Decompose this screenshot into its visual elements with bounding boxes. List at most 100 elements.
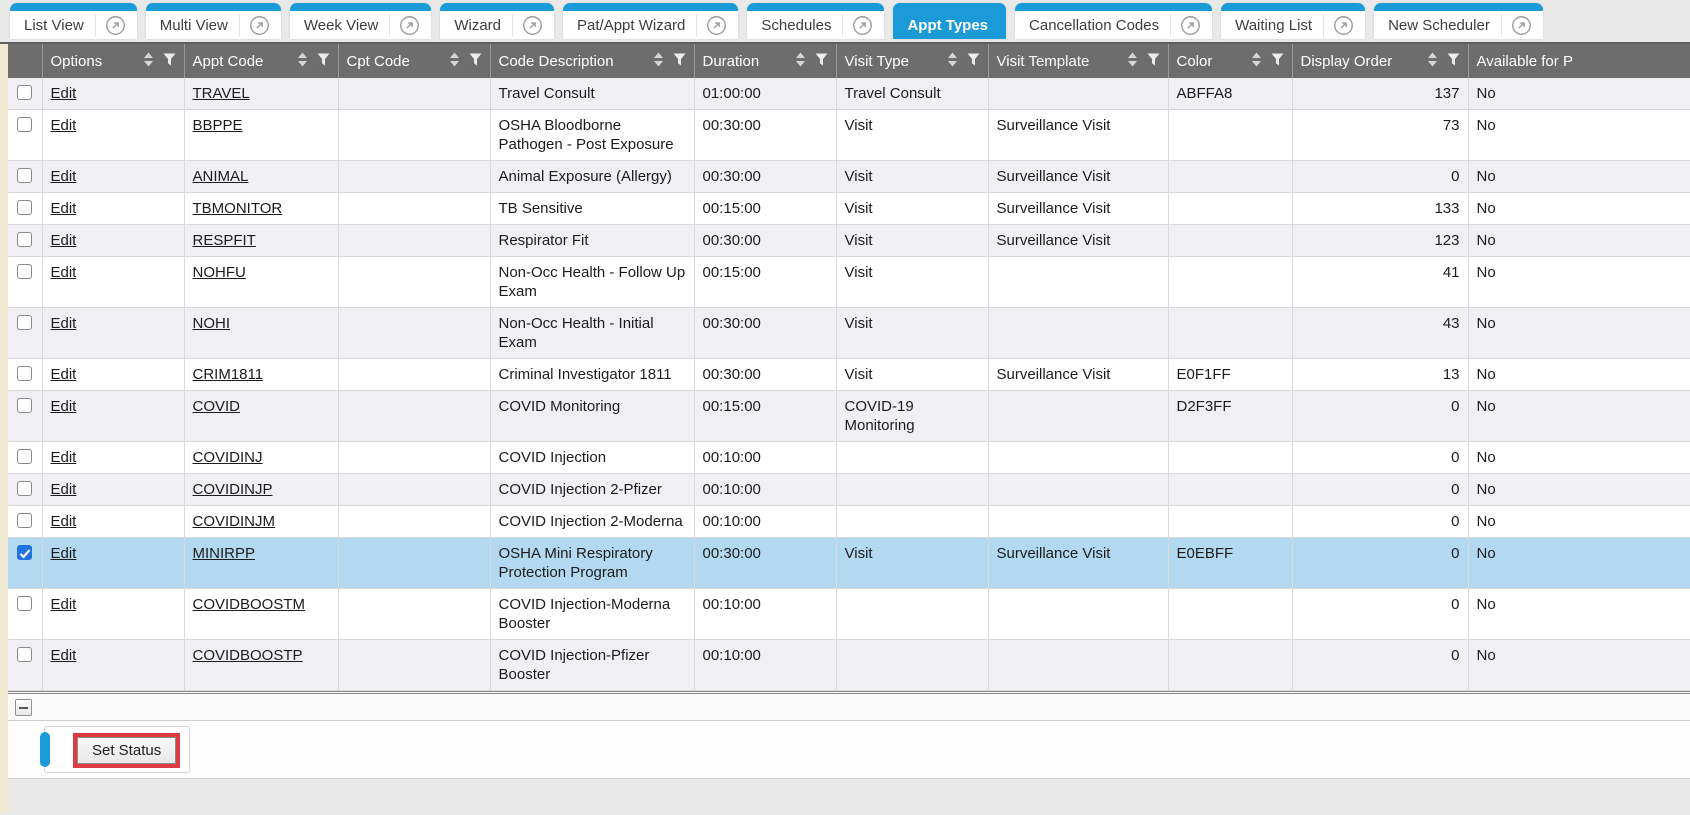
edit-link[interactable]: Edit xyxy=(51,117,77,134)
edit-link[interactable]: Edit xyxy=(51,85,77,102)
open-in-new-window-icon[interactable] xyxy=(390,15,429,36)
sort-icon[interactable] xyxy=(947,52,958,71)
appt-code-link[interactable]: MINIRPP xyxy=(193,545,256,562)
edit-link[interactable]: Edit xyxy=(51,315,77,332)
open-in-new-window-icon[interactable] xyxy=(96,15,135,36)
edit-link[interactable]: Edit xyxy=(51,449,77,466)
filter-icon[interactable] xyxy=(1147,53,1160,70)
appt-code-link[interactable]: BBPPE xyxy=(193,117,243,134)
tab-cancellation-codes[interactable]: Cancellation Codes xyxy=(1015,3,1212,39)
sort-icon[interactable] xyxy=(795,52,806,71)
tab-waiting-list[interactable]: Waiting List xyxy=(1221,3,1365,39)
tab-multi-view[interactable]: Multi View xyxy=(146,3,281,39)
row-checkbox[interactable] xyxy=(17,398,32,413)
row-checkbox[interactable] xyxy=(17,85,32,100)
row-checkbox[interactable] xyxy=(17,596,32,611)
tab-week-view[interactable]: Week View xyxy=(290,3,431,39)
appt-code-link[interactable]: COVID xyxy=(193,398,241,415)
tab-appt-types[interactable]: Appt Types xyxy=(893,3,1006,39)
tab-wizard[interactable]: Wizard xyxy=(440,3,554,39)
appt-code-link[interactable]: CRIM1811 xyxy=(193,366,264,383)
row-checkbox[interactable] xyxy=(17,513,32,528)
column-header-visit-type[interactable]: Visit Type xyxy=(836,44,988,78)
tab-schedules[interactable]: Schedules xyxy=(747,3,884,39)
row-checkbox[interactable] xyxy=(17,200,32,215)
cell-visit-template: Surveillance Visit xyxy=(988,193,1168,225)
appt-code-link[interactable]: COVIDBOOSTP xyxy=(193,647,303,664)
set-status-button[interactable]: Set Status xyxy=(77,737,176,764)
appt-code-link[interactable]: NOHI xyxy=(193,315,231,332)
open-in-new-window-icon[interactable] xyxy=(843,15,882,36)
row-checkbox[interactable] xyxy=(17,264,32,279)
edit-link[interactable]: Edit xyxy=(51,232,77,249)
appt-code-link[interactable]: COVIDINJM xyxy=(193,513,276,530)
edit-link[interactable]: Edit xyxy=(51,264,77,281)
appt-code-link[interactable]: ANIMAL xyxy=(193,168,249,185)
edit-link[interactable]: Edit xyxy=(51,596,77,613)
open-in-new-window-icon[interactable] xyxy=(697,15,736,36)
row-checkbox[interactable] xyxy=(17,366,32,381)
appt-code-link[interactable]: COVIDINJP xyxy=(193,481,273,498)
edit-link[interactable]: Edit xyxy=(51,481,77,498)
column-header-appt-code[interactable]: Appt Code xyxy=(184,44,338,78)
edit-link[interactable]: Edit xyxy=(51,168,77,185)
row-checkbox[interactable] xyxy=(17,647,32,662)
filter-icon[interactable] xyxy=(1271,53,1284,70)
cell-color: E0EBFF xyxy=(1168,538,1292,589)
row-checkbox[interactable] xyxy=(17,232,32,247)
edit-link[interactable]: Edit xyxy=(51,366,77,383)
row-checkbox[interactable] xyxy=(17,481,32,496)
filter-icon[interactable] xyxy=(673,53,686,70)
cell-visit-template: Surveillance Visit xyxy=(988,359,1168,391)
appt-code-link[interactable]: TBMONITOR xyxy=(193,200,283,217)
column-header-code-description[interactable]: Code Description xyxy=(490,44,694,78)
column-header-color[interactable]: Color xyxy=(1168,44,1292,78)
open-in-new-window-icon[interactable] xyxy=(513,15,552,36)
row-checkbox[interactable] xyxy=(17,449,32,464)
filter-icon[interactable] xyxy=(1447,53,1460,70)
row-checkbox[interactable] xyxy=(17,315,32,330)
sort-icon[interactable] xyxy=(297,52,308,71)
cell-visit-template xyxy=(988,442,1168,474)
table-row-nohfu: EditNOHFUNon-Occ Health - Follow Up Exam… xyxy=(8,257,1690,308)
appt-code-link[interactable]: NOHFU xyxy=(193,264,246,281)
collapse-icon[interactable] xyxy=(15,699,32,716)
column-header-duration[interactable]: Duration xyxy=(694,44,836,78)
appt-code-link[interactable]: RESPFIT xyxy=(193,232,256,249)
column-header-options[interactable]: Options xyxy=(42,44,184,78)
column-header-cpt-code[interactable]: Cpt Code xyxy=(338,44,490,78)
open-in-new-window-icon[interactable] xyxy=(1502,15,1541,36)
appt-code-link[interactable]: COVIDINJ xyxy=(193,449,263,466)
appt-code-link[interactable]: TRAVEL xyxy=(193,85,250,102)
filter-icon[interactable] xyxy=(815,53,828,70)
filter-icon[interactable] xyxy=(317,53,330,70)
sort-icon[interactable] xyxy=(449,52,460,71)
edit-link[interactable]: Edit xyxy=(51,200,77,217)
tab-new-scheduler[interactable]: New Scheduler xyxy=(1374,3,1543,39)
cell-code-description: Respirator Fit xyxy=(490,225,694,257)
column-header-available[interactable]: Available for P xyxy=(1468,44,1690,78)
row-checkbox[interactable] xyxy=(17,545,32,560)
sort-icon[interactable] xyxy=(1127,52,1138,71)
column-header-display-order[interactable]: Display Order xyxy=(1292,44,1468,78)
edit-link[interactable]: Edit xyxy=(51,545,77,562)
open-in-new-window-icon[interactable] xyxy=(1171,15,1210,36)
sort-icon[interactable] xyxy=(1251,52,1262,71)
edit-link[interactable]: Edit xyxy=(51,398,77,415)
row-checkbox[interactable] xyxy=(17,168,32,183)
sort-icon[interactable] xyxy=(1427,52,1438,71)
column-header-visit-template[interactable]: Visit Template xyxy=(988,44,1168,78)
open-in-new-window-icon[interactable] xyxy=(1324,15,1363,36)
filter-icon[interactable] xyxy=(469,53,482,70)
tab-list-view[interactable]: List View xyxy=(10,3,137,39)
filter-icon[interactable] xyxy=(163,53,176,70)
appt-code-link[interactable]: COVIDBOOSTM xyxy=(193,596,306,613)
edit-link[interactable]: Edit xyxy=(51,513,77,530)
tab-pat-appt-wizard[interactable]: Pat/Appt Wizard xyxy=(563,3,738,39)
sort-icon[interactable] xyxy=(143,52,154,71)
open-in-new-window-icon[interactable] xyxy=(240,15,279,36)
filter-icon[interactable] xyxy=(967,53,980,70)
edit-link[interactable]: Edit xyxy=(51,647,77,664)
sort-icon[interactable] xyxy=(653,52,664,71)
row-checkbox[interactable] xyxy=(17,117,32,132)
